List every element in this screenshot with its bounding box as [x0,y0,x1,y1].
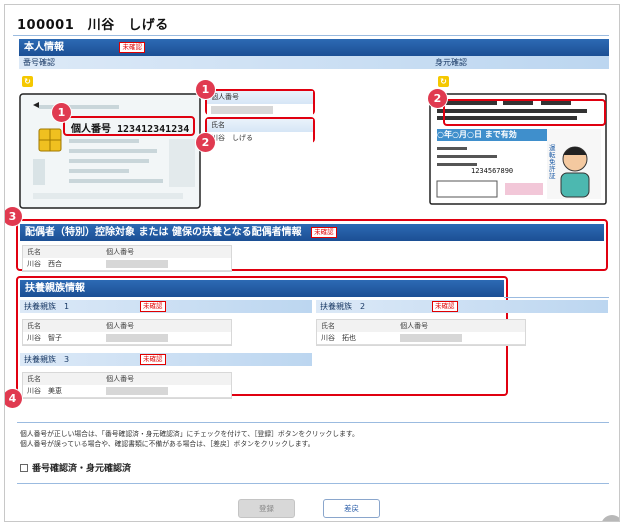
instruction-notes: 個人番号が正しい場合は、「番号確認済・身元確認済」にチェックを付けて、［登録］ボ… [20,429,610,449]
mynumber-card-text: 個人番号 123412341234 [71,124,190,135]
register-button[interactable]: 登録 [238,499,295,518]
id-card-highlight-box [443,99,606,126]
refresh-icon[interactable]: ↻ [438,76,449,87]
dependent-1-name-value: 川谷 智子 [23,332,103,345]
masked-number [400,334,463,342]
callout-badge-2: 2 [428,89,447,108]
title-divider [13,35,609,36]
spouse-status-badge: 未確認 [311,226,337,238]
dependent-2-table: 氏名 個人番号 川谷 拓也 [316,319,526,346]
personal-status-badge: 未確認 [119,41,145,53]
dependent-2-col-number: 個人番号 [396,320,525,332]
personal-number-value [207,104,313,117]
confirm-checkbox[interactable] [20,463,28,472]
dependent-1-col-number: 個人番号 [102,320,231,332]
masked-number [106,260,169,268]
dependent-3-col-number: 個人番号 [102,373,231,385]
mynumber-card-image [19,93,201,209]
spouse-section-title: 配偶者（特別）控除対象 または 健保の扶養となる配偶者情報 [25,227,302,238]
id-card-validity: ○年○月○日 まで有効 [437,130,517,139]
dependent-3-table: 氏名 個人番号 川谷 美恵 [22,372,232,399]
personal-name-label: 氏名 [207,119,313,132]
screen-frame: 100001 川谷 しげる 本人情報 未確認 番号確認 身元確認 ↻ ↻ 個人番… [4,4,620,522]
dependent-3-col-name: 氏名 [23,373,103,385]
dependent-1-number-value [102,332,231,345]
callout-badge-4: 4 [5,389,22,408]
dependent-1-col-name: 氏名 [23,320,103,332]
personal-subheader: 番号確認 身元確認 [19,56,609,69]
dependent-2-col-name: 氏名 [317,320,397,332]
masked-number [211,106,273,114]
spouse-table: 氏名 個人番号 川谷 西合 [22,245,232,272]
id-check-label: 身元確認 [435,58,467,67]
dependent-2-name-value: 川谷 拓也 [317,332,397,345]
page-title: 100001 川谷 しげる [17,18,169,33]
confirm-checkbox-label: 番号確認済・身元確認済 [32,464,132,474]
number-check-label: 番号確認 [23,58,55,67]
reject-button[interactable]: 差戻 [323,499,380,518]
dependent-3-name-value: 川谷 美恵 [23,385,103,398]
callout-badge-1: 1 [196,80,215,99]
personal-section-header: 本人情報 未確認 [19,39,609,56]
personal-number-label: 個人番号 [207,91,313,104]
dependents-section-header: 扶養親族情報 [20,280,504,297]
spouse-section-header: 配偶者（特別）控除対象 または 健保の扶養となる配偶者情報 未確認 [20,224,604,241]
dependent-1-status-badge: 未確認 [140,301,166,312]
dependent-1-title: 扶養親族 1 [24,302,70,311]
notes-divider [17,422,609,423]
masked-number [106,334,169,342]
refresh-icon[interactable]: ↻ [22,76,33,87]
dependent-3-number-value [102,385,231,398]
dependent-1-table: 氏名 個人番号 川谷 智子 [22,319,232,346]
confirm-checkbox-row[interactable]: 番号確認済・身元確認済 [20,461,131,474]
dependent-2-header: 扶養親族 2 未確認 [316,300,608,313]
dependent-3-title: 扶養親族 3 [24,355,70,364]
id-card-side-text: 運転免許証 [549,144,556,180]
masked-number [106,387,169,395]
name-field-highlight: 氏名 川谷 しげる [205,117,315,145]
dependent-2-title: 扶養親族 2 [320,302,366,311]
mynumber-highlight-box: 個人番号 123412341234 [63,116,195,136]
note-line-2: 個人番号が誤っている場合や、確認書類に不備がある場合は、［差戻］ボタンをクリック… [20,440,315,448]
spouse-col-number: 個人番号 [102,246,231,258]
dependent-2-number-value [396,332,525,345]
dependent-3-status-badge: 未確認 [140,354,166,365]
callout-badge-1: 1 [52,103,71,122]
callout-badge-2: 2 [196,133,215,152]
scroll-top-icon[interactable] [601,515,619,521]
spouse-number-value [102,258,231,271]
dependents-section-title: 扶養親族情報 [25,283,85,294]
buttons-divider [17,483,609,484]
spouse-name-value: 川谷 西合 [23,258,103,271]
note-line-1: 個人番号が正しい場合は、「番号確認済・身元確認済」にチェックを付けて、［登録］ボ… [20,430,359,438]
number-field-highlight: 個人番号 [205,89,315,117]
dependent-2-status-badge: 未確認 [432,301,458,312]
dependent-1-header: 扶養親族 1 未確認 [20,300,312,313]
spouse-col-name: 氏名 [23,246,103,258]
personal-name-value: 川谷 しげる [207,132,313,145]
id-card-number: 1234567890 [471,167,514,175]
personal-section-title: 本人情報 [24,42,64,53]
dependents-divider [504,297,609,298]
dependent-3-header: 扶養親族 3 未確認 [20,353,312,366]
